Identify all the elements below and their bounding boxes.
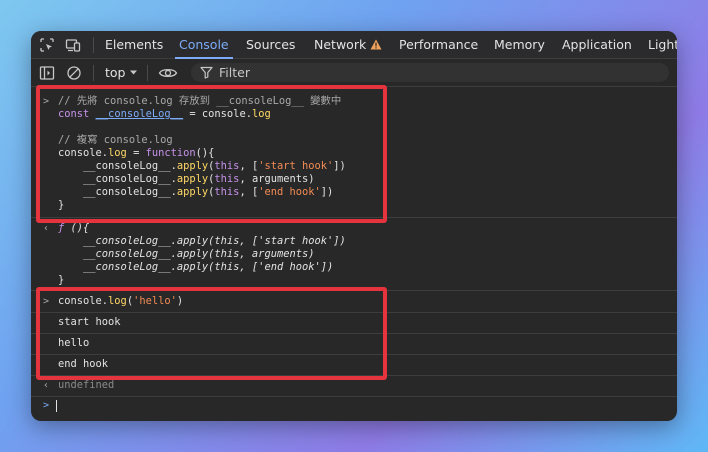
tab-network[interactable]: Network: [314, 31, 382, 58]
tab-memory[interactable]: Memory: [494, 31, 545, 58]
toolbar-separator: [93, 65, 94, 81]
filter-input[interactable]: [219, 63, 649, 82]
tab-application[interactable]: Application: [562, 31, 632, 58]
inspect-element-icon[interactable]: [39, 37, 55, 53]
filter-field[interactable]: [191, 63, 669, 82]
result-line: __consoleLog__.apply(this, ['end hook']): [58, 261, 334, 273]
tab-performance[interactable]: Performance: [399, 31, 478, 58]
toolbar-separator: [147, 65, 148, 81]
tab-elements[interactable]: Elements: [105, 31, 163, 58]
result-value: undefined: [58, 379, 115, 391]
sidebar-toggle-icon[interactable]: [39, 65, 55, 81]
result-arrow-icon: ‹: [43, 223, 50, 234]
result-arrow-icon: ‹: [43, 380, 50, 391]
device-toolbar-icon[interactable]: [65, 37, 81, 53]
console-toolbar: top: [31, 59, 677, 87]
devtools-window: Elements Console Sources Network Perform…: [31, 31, 677, 421]
prompt-icon: >: [43, 400, 50, 411]
eye-icon[interactable]: [158, 65, 178, 81]
highlight-box: [36, 85, 387, 223]
tab-network-label: Network: [314, 37, 367, 52]
console-prompt-input[interactable]: [56, 400, 57, 412]
tab-sources[interactable]: Sources: [246, 31, 295, 58]
clear-console-icon[interactable]: [66, 65, 82, 81]
context-selector[interactable]: top: [105, 59, 125, 86]
result-line: __consoleLog__.apply(this, ['start hook'…: [58, 235, 346, 247]
filter-icon: [200, 66, 213, 79]
result-line[interactable]: ƒ (){: [58, 222, 89, 235]
warning-icon: [370, 39, 382, 50]
tab-lighthouse[interactable]: Light: [648, 31, 677, 58]
chevron-down-icon[interactable]: [129, 66, 138, 78]
devtools-tab-bar: Elements Console Sources Network Perform…: [31, 31, 677, 59]
entry-divider: [31, 396, 677, 397]
toolbar-separator: [93, 37, 94, 53]
result-line: }: [58, 274, 65, 286]
tab-console[interactable]: Console: [175, 31, 233, 59]
result-line: __consoleLog__.apply(this, arguments): [58, 248, 315, 260]
highlight-box: [36, 287, 387, 380]
